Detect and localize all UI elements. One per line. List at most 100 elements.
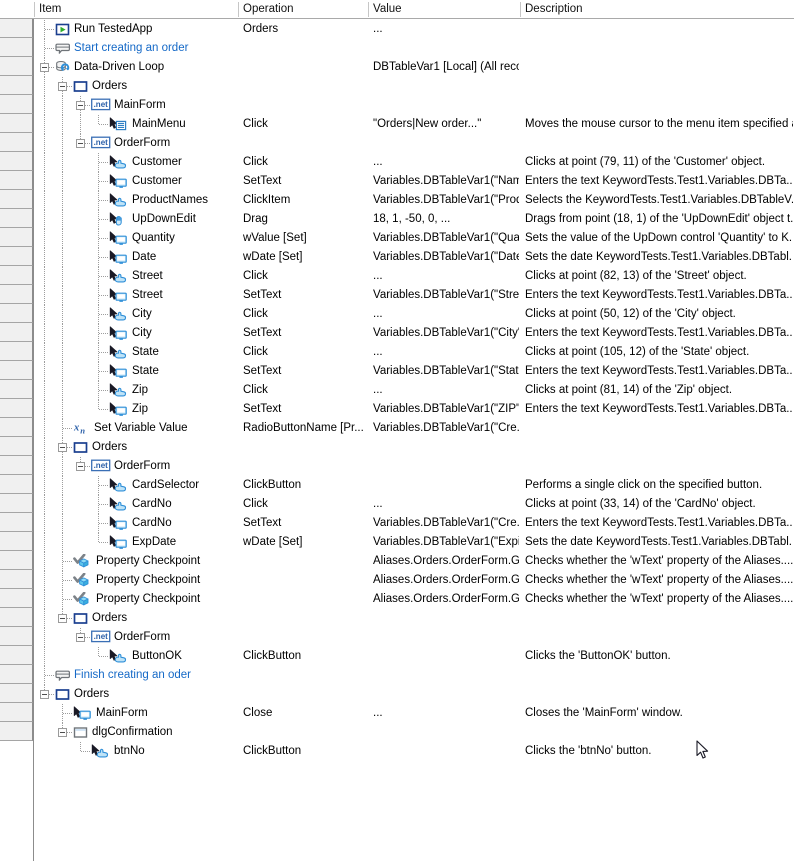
tree-expander-open[interactable] [58,728,67,737]
column-divider-operation[interactable] [238,2,239,17]
cell-description[interactable]: Selects the KeywordTests.Test1.Variables… [525,191,793,210]
cell-value[interactable]: DBTableVar1 [Local] (All reco... [373,58,519,77]
cell-value[interactable]: ... [373,20,519,39]
cell-description[interactable]: Closes the 'MainForm' window. [525,704,793,723]
cell-description[interactable]: Checks whether the 'wText' property of t… [525,590,793,609]
cell-value[interactable]: Variables.DBTableVar1("Cre... [373,419,519,438]
cell-description[interactable]: Checks whether the 'wText' property of t… [525,552,793,571]
tree-item-label[interactable]: CardNo [132,514,238,533]
tree-expander-open[interactable] [58,82,67,91]
tree-row[interactable]: ExpDate wDate [Set] Variables.DBTableVar1(… [34,533,794,552]
tree-row[interactable]: Customer SetText Variables.DBTableVar1("Na… [34,172,794,191]
cell-operation[interactable]: Drag [243,210,367,229]
tree-item-label[interactable]: btnNo [114,742,238,761]
tree-row[interactable]: Date wDate [Set] Variables.DBTableVar1("Da… [34,248,794,267]
cell-operation[interactable]: SetText [243,286,367,305]
tree-row[interactable]: State SetText Variables.DBTableVar1("State… [34,362,794,381]
tree-item-label[interactable]: Start creating an order [74,39,238,58]
column-header-value[interactable]: Value [368,0,520,18]
cell-description[interactable]: Clicks at point (82, 13) of the 'Street'… [525,267,793,286]
row-selector-cell[interactable] [0,380,33,399]
row-selector-cell[interactable] [0,95,33,114]
tree-row[interactable]: Property Checkpoint Aliases.Orders.OrderF… [34,571,794,590]
cell-description[interactable]: Enters the text KeywordTests.Test1.Varia… [525,400,793,419]
cell-description[interactable]: Clicks at point (81, 14) of the 'Zip' ob… [525,381,793,400]
cell-value[interactable]: Variables.DBTableVar1("Qua... [373,229,519,248]
cell-operation[interactable]: SetText [243,172,367,191]
row-selector-cell[interactable] [0,665,33,684]
tree-item-label[interactable]: Zip [132,400,238,419]
tree-item-label[interactable]: CardNo [132,495,238,514]
cell-description[interactable]: Enters the text KeywordTests.Test1.Varia… [525,172,793,191]
cell-operation[interactable]: ClickItem [243,191,367,210]
cell-value[interactable]: 18, 1, -50, 0, ... [373,210,519,229]
tree-item-label[interactable]: Orders [92,77,238,96]
cell-description[interactable]: Enters the text KeywordTests.Test1.Varia… [525,286,793,305]
cell-value[interactable]: Variables.DBTableVar1("Expi... [373,533,519,552]
tree-item-label[interactable]: Quantity [132,229,238,248]
keyword-test-grid[interactable]: Item Operation Value Description Run Tested… [0,0,794,861]
cell-operation[interactable]: ClickButton [243,647,367,666]
tree-row[interactable]: x n Set Variable Value RadioButtonName [P… [34,419,794,438]
row-selector-cell[interactable] [0,399,33,418]
cell-description[interactable]: Enters the text KeywordTests.Test1.Varia… [525,362,793,381]
tree-row[interactable]: Finish creating an oder [34,666,794,685]
row-selector-cell[interactable] [0,114,33,133]
row-selector-cell[interactable] [0,247,33,266]
cell-operation[interactable]: Click [243,343,367,362]
row-selector-cell[interactable] [0,437,33,456]
cell-description[interactable]: Clicks at point (50, 12) of the 'City' o… [525,305,793,324]
cell-value[interactable]: Aliases.Orders.OrderForm.G... [373,571,519,590]
tree-row[interactable]: ButtonOK ClickButton Clicks the 'ButtonOK'… [34,647,794,666]
row-selector-cell[interactable] [0,646,33,665]
row-gutter[interactable] [0,19,34,741]
tree-item-label[interactable]: ProductNames [132,191,238,210]
tree-row[interactable]: Property Checkpoint Aliases.Orders.OrderF… [34,590,794,609]
cell-value[interactable]: Variables.DBTableVar1("State") [373,362,519,381]
tree-item-label[interactable]: Zip [132,381,238,400]
cell-value[interactable]: Variables.DBTableVar1("Nam... [373,172,519,191]
row-selector-cell[interactable] [0,684,33,703]
row-selector-cell[interactable] [0,608,33,627]
cell-operation[interactable]: SetText [243,362,367,381]
tree-row[interactable]: Run TestedApp Orders... [34,20,794,39]
tree-item-label[interactable]: MainForm [96,704,238,723]
row-selector-cell[interactable] [0,152,33,171]
tree-expander-open[interactable] [40,63,49,72]
tree-row[interactable]: Zip SetText Variables.DBTableVar1("ZIP") En… [34,400,794,419]
column-header-item[interactable]: Item [34,0,238,18]
tree-row[interactable]: Data-Driven Loop DBTableVar1 [Local] (All… [34,58,794,77]
tree-expander-open[interactable] [76,101,85,110]
cell-description[interactable]: Clicks at point (79, 11) of the 'Custome… [525,153,793,172]
tree-row[interactable]: Customer Click... Clicks at point (79, 11)… [34,153,794,172]
tree-item-label[interactable]: OrderForm [114,134,238,153]
cell-value[interactable]: ... [373,153,519,172]
tree-row[interactable]: Street Click... Clicks at point (82, 13) o… [34,267,794,286]
cell-operation[interactable]: Click [243,305,367,324]
tree-row[interactable]: Street SetText Variables.DBTableVar1("Stre… [34,286,794,305]
cell-operation[interactable]: Close [243,704,367,723]
tree-item-label[interactable]: Set Variable Value [94,419,238,438]
row-selector-cell[interactable] [0,323,33,342]
tree-item-label[interactable]: Street [132,267,238,286]
cell-operation[interactable]: Click [243,381,367,400]
cell-value[interactable]: Variables.DBTableVar1("Prod... [373,191,519,210]
row-selector-cell[interactable] [0,57,33,76]
row-selector-cell[interactable] [0,703,33,722]
row-selector-cell[interactable] [0,627,33,646]
tree-row[interactable]: CardNo SetText Variables.DBTableVar1("Cre.… [34,514,794,533]
cell-value[interactable]: "Orders|New order..." [373,115,519,134]
row-selector-cell[interactable] [0,38,33,57]
cell-operation[interactable]: Click [243,495,367,514]
row-selector-cell[interactable] [0,133,33,152]
tree-row[interactable]: Property Checkpoint Aliases.Orders.OrderF… [34,552,794,571]
row-selector-cell[interactable] [0,228,33,247]
tree-item-label[interactable]: Street [132,286,238,305]
tree-row[interactable]: Orders [34,77,794,96]
column-header-operation[interactable]: Operation [238,0,368,18]
tree-row[interactable]: .net OrderForm [34,457,794,476]
tree-expander-open[interactable] [40,690,49,699]
row-selector-cell[interactable] [0,494,33,513]
tree-item-label[interactable]: UpDownEdit [132,210,238,229]
tree-item-label[interactable]: MainMenu [132,115,238,134]
